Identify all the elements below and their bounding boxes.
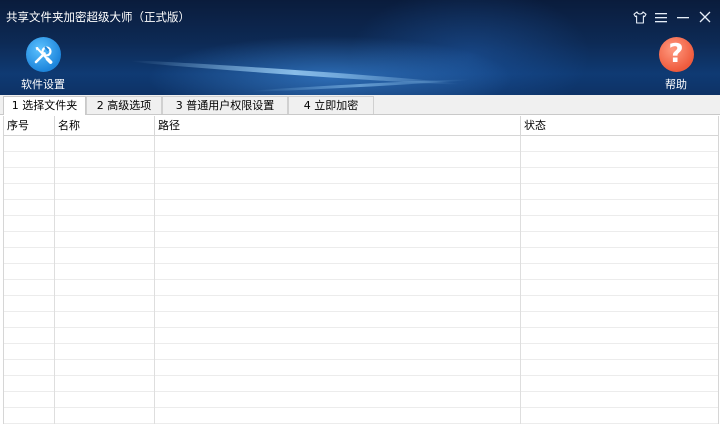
column-header-index[interactable]: 序号 [4, 116, 55, 135]
column-header-path[interactable]: 路径 [155, 116, 521, 135]
title-banner: 共享文件夹加密超级大师（正式版） 软件设置 ? 帮助 [0, 0, 720, 95]
tab-advanced-options[interactable]: 2 高级选项 [86, 96, 162, 114]
skin-icon[interactable] [630, 7, 650, 27]
banner-glow-decoration [250, 78, 470, 93]
window-title: 共享文件夹加密超级大师（正式版） [6, 10, 190, 24]
wrench-screwdriver-icon [25, 37, 61, 72]
column-header-name[interactable]: 名称 [55, 116, 155, 135]
menu-icon[interactable] [651, 7, 671, 27]
column-header-status[interactable]: 状态 [521, 116, 718, 135]
table-header: 序号 名称 路径 状态 [4, 116, 718, 136]
table-rows [4, 136, 718, 424]
tab-bar: 1 选择文件夹 2 高级选项 3 普通用户权限设置 4 立即加密 [0, 95, 720, 115]
folder-table[interactable]: 序号 名称 路径 状态 [3, 116, 719, 424]
close-icon[interactable] [695, 7, 715, 27]
minimize-icon[interactable] [673, 7, 693, 27]
question-mark-icon: ? [658, 37, 694, 72]
settings-label: 软件设置 [21, 78, 65, 91]
help-button[interactable]: ? 帮助 [641, 37, 711, 92]
help-label: 帮助 [665, 78, 687, 91]
settings-button[interactable]: 软件设置 [8, 37, 78, 92]
tab-user-permissions[interactable]: 3 普通用户权限设置 [162, 96, 288, 114]
tab-encrypt-now[interactable]: 4 立即加密 [288, 96, 374, 114]
tab-select-folder[interactable]: 1 选择文件夹 [3, 96, 86, 115]
